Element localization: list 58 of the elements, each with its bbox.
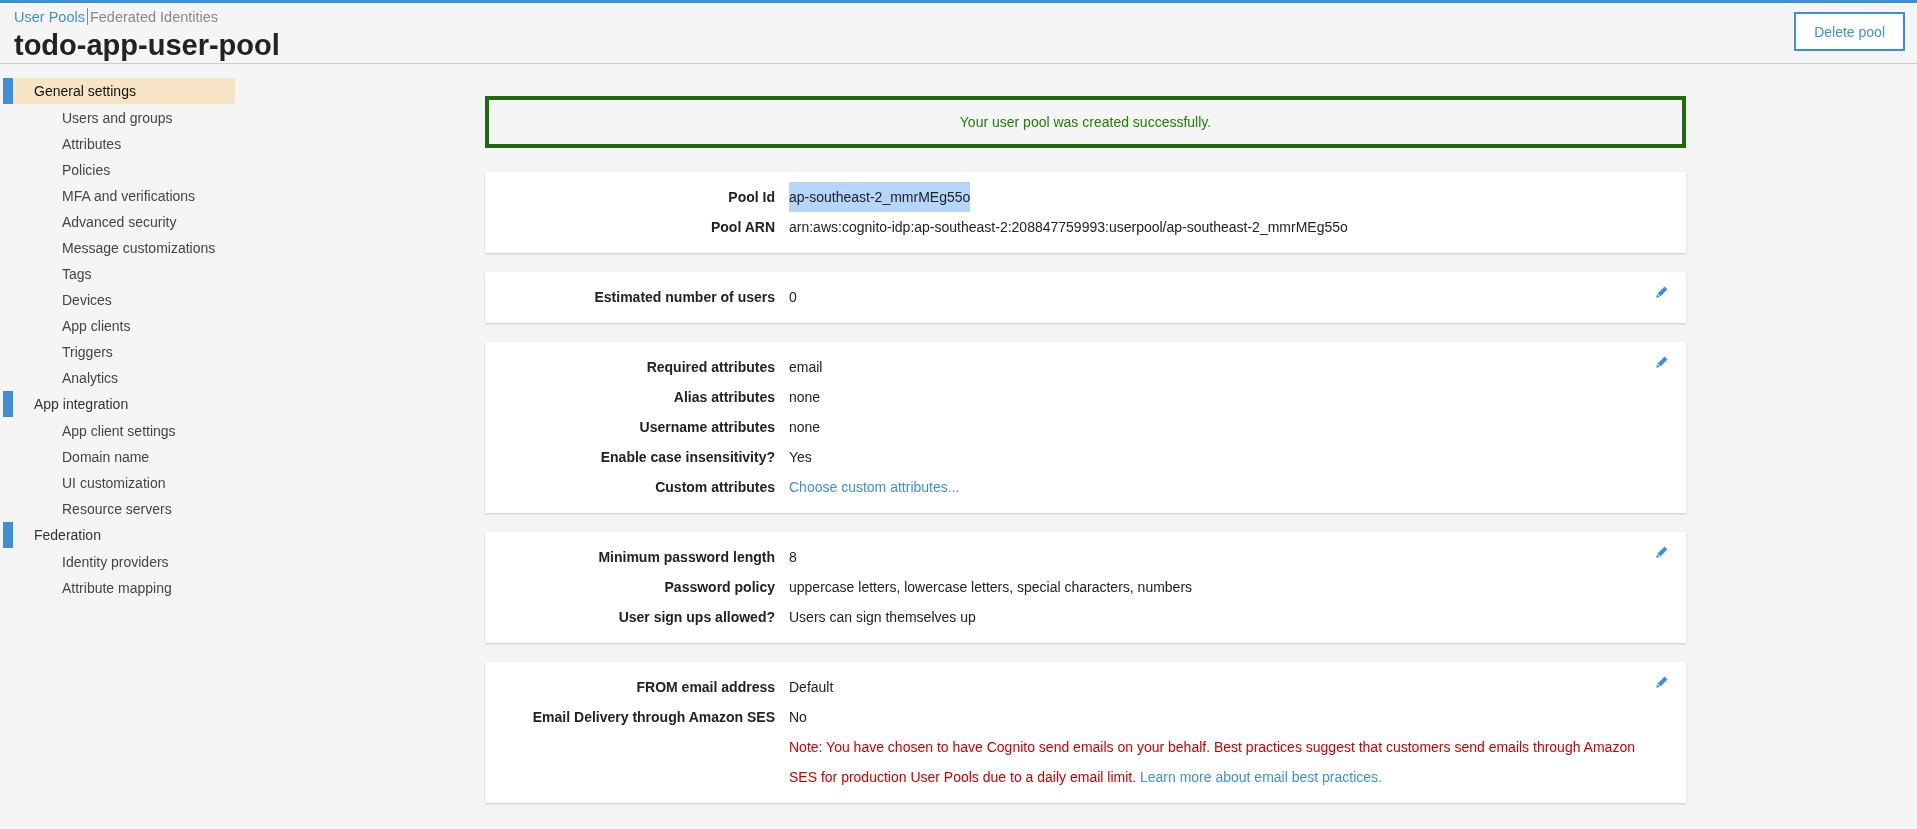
field-label: Estimated number of users: [593, 288, 775, 307]
sidebar-item[interactable]: Tags: [3, 261, 235, 287]
field-label: User sign ups allowed?: [617, 608, 775, 627]
sidebar-item[interactable]: Policies: [3, 157, 235, 183]
field-value: none: [789, 418, 821, 437]
custom-attributes-link[interactable]: Choose custom attributes...: [789, 472, 960, 502]
sidebar-item[interactable]: Message customizations: [3, 235, 235, 261]
field-label: Pool Id: [727, 188, 775, 207]
delete-pool-button[interactable]: Delete pool: [1794, 12, 1905, 51]
field-label: Username attributes: [638, 418, 775, 437]
field-value: arn:aws:cognito-idp:ap-southeast-2:208847759993:userpool/ap-southeast-2_mmrMEg55o: [789, 218, 1348, 237]
field-label: Alias attributes: [672, 388, 775, 407]
field-value: 8: [789, 548, 797, 567]
edit-icon[interactable]: [1656, 676, 1668, 688]
field-label: Minimum password length: [597, 548, 775, 567]
field-value: email: [789, 358, 823, 377]
field-value: uppercase letters, lowercase letters, special characters, numbers: [789, 578, 1193, 597]
field-label: Enable case insensitivity?: [599, 448, 775, 467]
field-value: Users can sign themselves up: [789, 608, 976, 627]
field-value: ap-southeast-2_mmrMEg55o: [789, 182, 971, 212]
sidebar-item[interactable]: Attributes: [3, 131, 235, 157]
field-label: Password policy: [663, 578, 775, 597]
field-label: Email Delivery through Amazon SES: [531, 708, 775, 727]
sidebar-item[interactable]: Devices: [3, 287, 235, 313]
field-value: none: [789, 388, 821, 407]
sidebar-item[interactable]: Identity providers: [3, 549, 235, 575]
sidebar-item[interactable]: Users and groups: [3, 105, 235, 131]
sidebar-section[interactable]: Federation: [3, 522, 235, 548]
field-label: FROM email address: [635, 678, 775, 697]
success-message: Your user pool was created successfully.: [959, 114, 1212, 130]
field-value: 0: [789, 288, 797, 307]
sidebar-item[interactable]: Domain name: [3, 444, 235, 470]
field-label: Custom attributes: [654, 478, 775, 497]
sidebar-item[interactable]: Attribute mapping: [3, 575, 235, 601]
sidebar-item[interactable]: Resource servers: [3, 496, 235, 522]
sidebar-item[interactable]: MFA and verifications: [3, 183, 235, 209]
sidebar-item[interactable]: Analytics: [3, 365, 235, 391]
section-marker: [3, 78, 13, 104]
sidebar-item[interactable]: Triggers: [3, 339, 235, 365]
field-label: Required attributes: [645, 358, 775, 377]
sidebar-item[interactable]: UI customization: [3, 470, 235, 496]
section-marker: [3, 391, 13, 417]
sidebar-section[interactable]: General settings: [3, 78, 235, 104]
sidebar-item[interactable]: Advanced security: [3, 209, 235, 235]
sidebar-section[interactable]: App integration: [3, 391, 235, 417]
field-value: No: [789, 708, 807, 727]
field-value: Default: [789, 678, 834, 697]
email-best-practices-link[interactable]: Learn more about email best practices.: [1139, 769, 1382, 785]
edit-icon[interactable]: [1656, 546, 1668, 558]
section-marker: [3, 522, 13, 548]
sidebar-item[interactable]: App client settings: [3, 418, 235, 444]
page-title: todo-app-user-pool: [14, 29, 280, 62]
warning-note: Note: You have chosen to have Cognito send emails on your behalf. Best practices suggest that customers send emails through Amazon SES for production User Pools due to a daily email limit. Learn more about email best practices.: [789, 738, 1636, 787]
sidebar-item[interactable]: App clients: [3, 313, 235, 339]
field-value: Yes: [789, 448, 812, 467]
edit-icon[interactable]: [1656, 356, 1668, 368]
field-label: Pool ARN: [709, 218, 775, 237]
edit-icon[interactable]: [1656, 286, 1668, 298]
